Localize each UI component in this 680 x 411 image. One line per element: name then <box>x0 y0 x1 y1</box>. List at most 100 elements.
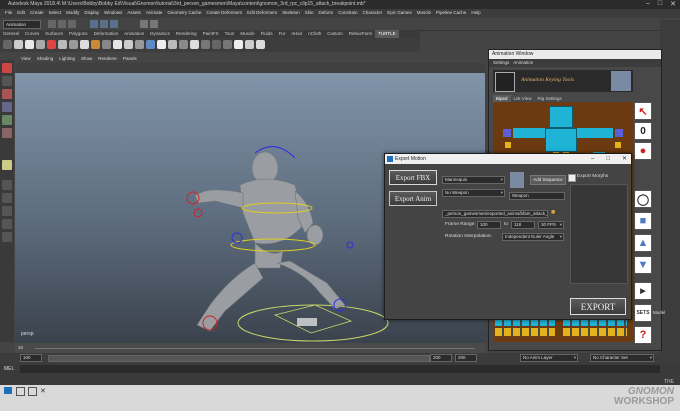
range-end-field[interactable]: 200 <box>430 354 452 362</box>
mirror-pose-icon[interactable]: ◯ <box>634 190 652 208</box>
shelf-tab-ncloth[interactable]: nCloth <box>305 30 324 38</box>
menu-animate[interactable]: Animate <box>146 10 163 15</box>
save-scene-icon[interactable] <box>68 20 76 28</box>
menu-help[interactable]: Help <box>471 10 480 15</box>
character-set-select[interactable]: No Character Set ▾ <box>590 354 654 362</box>
select-mode-icon[interactable] <box>90 20 98 28</box>
taskbar-close-icon[interactable]: ✕ <box>40 387 46 395</box>
figure-blue-icon[interactable]: ■ <box>634 212 652 230</box>
menu-windows[interactable]: Windows <box>104 10 122 15</box>
panel-menu-shading[interactable]: Shading <box>37 55 54 63</box>
tab-rig-settings[interactable]: Rig Settings <box>534 95 564 102</box>
picker-left-hand[interactable] <box>505 142 511 148</box>
select-tool-icon[interactable] <box>2 63 12 73</box>
picker-right-clavicle[interactable] <box>615 129 623 137</box>
shelf-tab-rebusfarm[interactable]: RebusFarm <box>346 30 376 38</box>
panel-menu-panels[interactable]: Panels <box>123 55 137 63</box>
rotate-tool-icon[interactable] <box>2 115 12 125</box>
panel-menu-view[interactable]: View <box>21 55 31 63</box>
export-morphs-checkbox[interactable] <box>568 174 576 182</box>
shelf-tab-deformation[interactable]: Deformation <box>91 30 122 38</box>
shelf-tab-general[interactable]: General <box>0 30 22 38</box>
dialog-minimize-icon[interactable]: – <box>591 154 594 164</box>
render-icon[interactable] <box>140 20 148 28</box>
zero-button[interactable]: 0 <box>634 122 652 140</box>
scale-tool-icon[interactable] <box>2 128 12 138</box>
last-tool-icon[interactable] <box>2 160 12 170</box>
finger-row-4[interactable] <box>563 328 627 336</box>
finger-row-2[interactable] <box>495 328 555 336</box>
shelf-tool-11-icon[interactable] <box>124 40 133 49</box>
anim-menu-settings[interactable]: Settings <box>493 60 509 65</box>
workspace-menu[interactable]: Animation <box>3 20 41 29</box>
menu-constrain[interactable]: Constrain <box>338 10 357 15</box>
weapon-select[interactable]: No Weapon ▾ <box>442 189 505 197</box>
menu-edit-deformers[interactable]: Edit Deformers <box>247 10 277 15</box>
range-slider-bar[interactable] <box>48 355 430 362</box>
export-path-field[interactable]: _person_gamesmen/exported_anims/bfam_att… <box>442 210 548 218</box>
shelf-tool-17-icon[interactable] <box>190 40 199 49</box>
time-slider[interactable]: 10 <box>15 343 485 353</box>
ipr-render-icon[interactable] <box>150 20 158 28</box>
menu-geometry-cache[interactable]: Geometry Cache <box>167 10 201 15</box>
maya-app-icon[interactable] <box>4 387 12 394</box>
rig-select[interactable]: Mannequin ▾ <box>442 176 505 184</box>
menu-character[interactable]: Character <box>363 10 383 15</box>
shelf-tool-20-icon[interactable] <box>223 40 232 49</box>
command-input[interactable] <box>20 365 660 373</box>
shelf-tool-18-icon[interactable] <box>201 40 210 49</box>
key-icon[interactable]: ▶ <box>634 282 652 300</box>
shelf-tool-6-icon[interactable] <box>69 40 78 49</box>
shelf-tool-3-icon[interactable] <box>36 40 45 49</box>
picker-right-hand[interactable] <box>615 142 621 148</box>
shelf-tool-7-icon[interactable] <box>80 40 89 49</box>
layout-two-icon[interactable] <box>2 206 12 216</box>
paint-select-icon[interactable] <box>2 89 12 99</box>
panel-menu-renderer[interactable]: Renderer <box>98 55 117 63</box>
lasso-tool-icon[interactable] <box>2 76 12 86</box>
menu-epic-games[interactable]: Epic Games <box>387 10 412 15</box>
shelf-tab-turtle[interactable]: TURTLE <box>375 30 399 38</box>
shelf-tool-13-icon[interactable] <box>146 40 155 49</box>
menu-assets[interactable]: Assets <box>127 10 141 15</box>
sets-button[interactable]: SETS <box>634 304 652 322</box>
shelf-tab-surfaces[interactable]: Surfaces <box>42 30 66 38</box>
snap-grid-icon[interactable] <box>100 20 108 28</box>
question-icon[interactable]: ? <box>634 326 652 344</box>
layout-four-icon[interactable] <box>2 193 12 203</box>
rotation-interp-select[interactable]: Independent Euler Angle ▾ <box>502 233 564 241</box>
close-icon[interactable]: ✕ <box>670 0 676 8</box>
menu-skeleton[interactable]: Skeleton <box>282 10 300 15</box>
taskbar-restore-icon[interactable] <box>16 387 25 396</box>
menu-create[interactable]: Create <box>30 10 44 15</box>
layout-outliner-icon[interactable] <box>2 219 12 229</box>
menu-create-deformers[interactable]: Create Deformers <box>206 10 242 15</box>
figure-run-icon[interactable]: ▲ <box>634 234 652 252</box>
shelf-tab-dynamics[interactable]: Dynamics <box>147 30 173 38</box>
figure-jump-icon[interactable]: ▼ <box>634 256 652 274</box>
menu-display[interactable]: Display <box>84 10 99 15</box>
anim-layer-select[interactable]: No Anim Layer ▾ <box>520 354 578 362</box>
menu-edit[interactable]: Edit <box>17 10 25 15</box>
panel-menu-show[interactable]: Show <box>81 55 92 63</box>
frame-start-field[interactable]: 100 <box>477 221 501 229</box>
shelf-settings-icon[interactable] <box>3 40 12 49</box>
menu-deform[interactable]: Deform <box>318 10 333 15</box>
shelf-tab-toon[interactable]: Toon <box>222 30 238 38</box>
shelf-tab-polygons[interactable]: Polygons <box>66 30 91 38</box>
shelf-tool-2-icon[interactable] <box>25 40 34 49</box>
morph-list[interactable] <box>570 184 628 284</box>
move-tool-icon[interactable] <box>2 102 12 112</box>
shelf-tab-nhair[interactable]: nHair <box>288 30 305 38</box>
snap-curve-icon[interactable] <box>110 20 118 28</box>
picker-chest[interactable] <box>545 128 577 152</box>
shelf-tool-5-icon[interactable] <box>58 40 67 49</box>
shelf-tool-19-icon[interactable] <box>212 40 221 49</box>
select-arrow-icon[interactable]: ↖ <box>634 102 652 120</box>
shelf-tab-paintfx[interactable]: PaintFX <box>200 30 222 38</box>
maximize-icon[interactable]: □ <box>658 0 662 8</box>
shelf-tool-4-icon[interactable] <box>47 40 56 49</box>
picker-head[interactable] <box>549 106 573 128</box>
menu-skin[interactable]: Skin <box>305 10 314 15</box>
anim-end-field[interactable]: 200 <box>455 354 477 362</box>
